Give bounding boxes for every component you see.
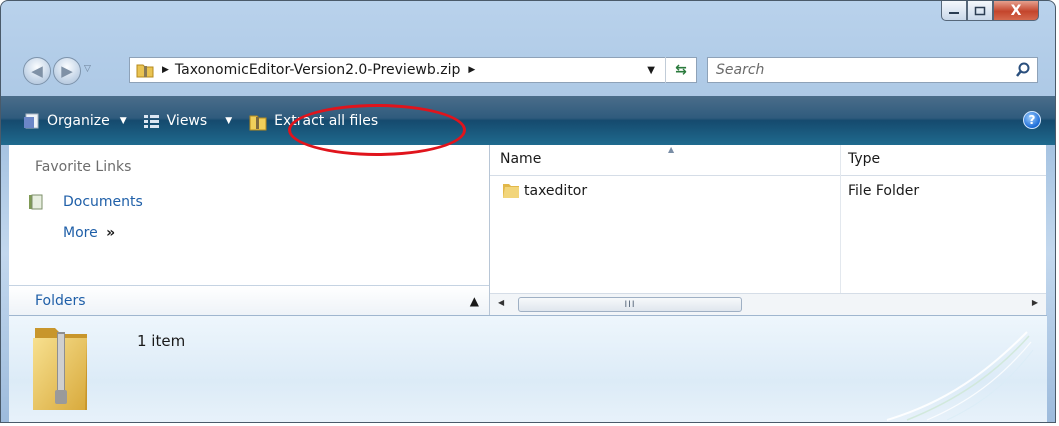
decorative-swoosh: [886, 331, 1034, 421]
close-icon: X: [1010, 2, 1022, 19]
command-bar: Organize ▼ Views ▼ Extract all files ?: [1, 96, 1055, 145]
details-pane: 1 item: [9, 315, 1047, 422]
recent-pages-chevron-icon[interactable]: ▽: [84, 64, 91, 74]
extract-zip-icon: [249, 115, 267, 130]
forward-button[interactable]: ▶: [53, 57, 81, 85]
caption-buttons: X: [941, 1, 1039, 27]
views-label: Views: [166, 112, 208, 129]
annotation-circle: [288, 104, 466, 156]
search-icon[interactable]: [1015, 62, 1031, 78]
scrollbar-thumb[interactable]: III: [518, 297, 742, 312]
minimize-icon: [949, 11, 959, 14]
folders-label: Folders: [35, 292, 86, 309]
navigation-pane: Favorite Links Documents More » Folders …: [9, 145, 490, 315]
horizontal-scrollbar[interactable]: ◀ III ▶: [490, 293, 1046, 316]
more-label: More: [63, 225, 98, 241]
chevron-up-icon: ▲: [469, 293, 479, 308]
views-button[interactable]: Views ▼: [135, 106, 240, 136]
column-header-type[interactable]: Type: [848, 151, 880, 167]
back-button[interactable]: ◀: [23, 57, 51, 85]
documents-icon: [29, 194, 43, 210]
help-icon: ?: [1028, 113, 1036, 127]
item-count: 1 item: [137, 332, 186, 350]
views-icon: [143, 114, 159, 128]
arrow-left-icon: ◀: [31, 62, 43, 80]
favorite-link-documents[interactable]: Documents: [27, 193, 143, 211]
close-button[interactable]: X: [993, 1, 1039, 21]
folders-toggle[interactable]: Folders ▲: [9, 285, 489, 315]
favorite-links-heading: Favorite Links: [35, 159, 132, 175]
search-input[interactable]: Search: [716, 62, 764, 78]
search-box[interactable]: Search: [707, 57, 1038, 83]
double-chevron-right-icon: »: [106, 225, 116, 241]
address-row: ◀ ▶ ▽ ▶ TaxonomicEditor-Version2.0-Previ…: [1, 55, 1055, 87]
arrow-right-icon: ▶: [61, 62, 73, 80]
scroll-left-icon[interactable]: ◀: [498, 298, 504, 307]
maximize-icon: [974, 6, 986, 15]
sort-ascending-icon: ▲: [668, 145, 675, 154]
file-row[interactable]: taxeditor File Folder: [490, 181, 1046, 205]
more-links-button[interactable]: More »: [63, 225, 115, 241]
scroll-grip-icon: III: [624, 299, 636, 310]
organize-icon: [24, 113, 39, 128]
address-bar[interactable]: ▶ TaxonomicEditor-Version2.0-Previewb.zi…: [129, 57, 697, 83]
column-header-row: Name ▲ Type: [490, 145, 1046, 176]
organize-label: Organize: [47, 112, 110, 129]
explorer-window: X ◀ ▶ ▽ ▶ TaxonomicEditor-Version2.0-Pre…: [0, 0, 1056, 423]
chevron-down-icon: ▼: [119, 115, 127, 126]
organize-button[interactable]: Organize ▼: [15, 106, 135, 136]
file-list: Name ▲ Type taxeditor File Folder ◀ III …: [490, 145, 1046, 316]
documents-label: Documents: [63, 194, 143, 210]
minimize-button[interactable]: [941, 1, 967, 21]
scroll-right-icon[interactable]: ▶: [1032, 298, 1038, 307]
column-divider: [840, 145, 841, 295]
refresh-button[interactable]: ⇆: [665, 57, 696, 83]
zip-folder-large-icon: [33, 328, 87, 410]
address-dropdown-icon[interactable]: ▼: [647, 65, 655, 76]
folder-icon: [503, 184, 519, 198]
refresh-icon: ⇆: [675, 62, 687, 78]
file-type: File Folder: [848, 183, 920, 199]
breadcrumb-chevron-icon[interactable]: ▶: [468, 65, 475, 75]
column-header-name[interactable]: Name: [500, 151, 541, 167]
help-button[interactable]: ?: [1023, 111, 1041, 129]
maximize-button[interactable]: [967, 1, 993, 21]
zip-folder-icon: [136, 64, 154, 78]
file-name: taxeditor: [524, 183, 588, 199]
breadcrumb-zip-file[interactable]: TaxonomicEditor-Version2.0-Previewb.zip: [175, 62, 460, 78]
breadcrumb-chevron-icon[interactable]: ▶: [162, 65, 169, 75]
chevron-down-icon: ▼: [225, 115, 233, 126]
